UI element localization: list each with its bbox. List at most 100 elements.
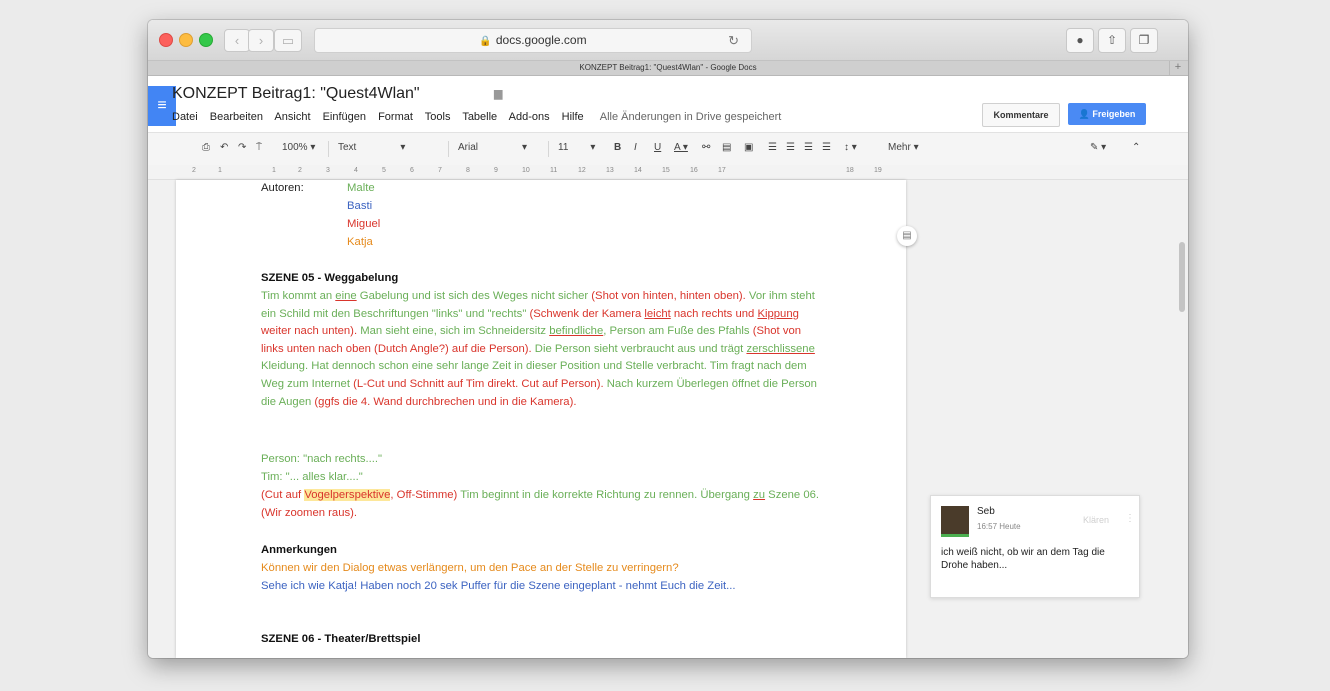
share-icon[interactable]: ⇧ [1098, 28, 1126, 53]
dialog-line-tim: Tim: "... alles klar...." [261, 471, 363, 483]
address-bar[interactable]: 🔒 docs.google.com ↻ [314, 28, 752, 53]
style-select[interactable]: Text ▾ [338, 142, 405, 153]
close-window-button[interactable] [159, 33, 173, 47]
image-icon[interactable]: ▣ [744, 142, 753, 153]
text-color-button[interactable]: A ▾ [674, 142, 688, 153]
undo-icon[interactable]: ↶ [220, 142, 228, 153]
dialog-line-person: Person: "nach rechts...." [261, 453, 383, 465]
ruler-tick: 8 [466, 167, 470, 174]
print-icon[interactable]: ⎙ [202, 142, 210, 153]
ruler-tick: 15 [662, 167, 670, 174]
scrollbar-thumb[interactable] [1179, 242, 1185, 312]
tab-bar: KONZEPT Beitrag1: "Quest4Wlan" - Google … [148, 61, 1188, 76]
font-select[interactable]: Arial ▾ [458, 142, 527, 153]
scene06-title: SZENE 06 - Theater/Brettspiel [261, 633, 421, 645]
text-run: Die Person sieht verbraucht aus und träg… [531, 342, 747, 355]
text-run: (L-Cut und Schnitt auf Tim direkt. Cut a… [353, 377, 604, 390]
ruler-tick: 18 [846, 167, 854, 174]
folder-icon[interactable]: ▆ [494, 87, 502, 100]
menu-datei[interactable]: Datei [172, 111, 198, 123]
ruler-tick: 17 [718, 167, 726, 174]
scene05-paragraph: Tim kommt an eine Gabelung und ist sich … [261, 288, 821, 411]
bold-button[interactable]: B [614, 142, 621, 153]
align-left-icon[interactable]: ☰ [768, 142, 777, 153]
text-run: , Person am Fuße des Pfahls [603, 325, 753, 338]
menu-format[interactable]: Format [378, 111, 413, 123]
menu-tools[interactable]: Tools [425, 111, 451, 123]
paint-format-icon[interactable]: ⍑ [256, 142, 262, 153]
more-options-icon[interactable]: ⋮ [1125, 513, 1135, 524]
comment-card[interactable]: Seb 16:57 Heute Klären ⋮ ich weiß nicht,… [930, 495, 1140, 598]
url-text: docs.google.com [495, 33, 587, 47]
align-justify-icon[interactable]: ☰ [822, 142, 831, 153]
align-right-icon[interactable]: ☰ [804, 142, 813, 153]
text-run: Szene 06. [765, 489, 820, 501]
forward-button[interactable]: › [248, 29, 274, 52]
notes-title: Anmerkungen [261, 544, 337, 556]
back-button[interactable]: ‹ [224, 29, 250, 52]
author-katja: Katja [347, 236, 373, 248]
highlighted-text[interactable]: Vogelperspektive [304, 489, 391, 501]
avatar [941, 506, 969, 534]
menu-add-ons[interactable]: Add-ons [509, 111, 550, 123]
menu-tabelle[interactable]: Tabelle [462, 111, 497, 123]
size-select[interactable]: 11 ▾ [558, 142, 595, 153]
note-basti: Sehe ich wie Katja! Haben noch 20 sek Pu… [261, 580, 736, 592]
ruler-tick: 10 [522, 167, 530, 174]
text-run: (ggfs die 4. Wand durchbrechen und in di… [314, 395, 577, 408]
document-title[interactable]: KONZEPT Beitrag1: "Quest4Wlan" [172, 85, 420, 103]
italic-button[interactable]: I [634, 142, 637, 153]
document-page[interactable]: Autoren: Malte Basti Miguel Katja SZENE … [176, 180, 906, 658]
minimize-window-button[interactable] [179, 33, 193, 47]
tabs-icon[interactable]: ❐ [1130, 28, 1158, 53]
text-run: Gabelung und ist sich des Weges nicht si… [356, 290, 592, 302]
zoom-window-button[interactable] [199, 33, 213, 47]
editing-mode-icon[interactable]: ✎ ▾ [1090, 142, 1106, 153]
menu-ansicht[interactable]: Ansicht [274, 111, 310, 123]
text-run: Man sieht eine, sich im Schneidersitz [357, 325, 550, 338]
extension-icon[interactable]: ● [1066, 28, 1094, 53]
document-canvas: Autoren: Malte Basti Miguel Katja SZENE … [148, 180, 1188, 658]
more-button[interactable]: Mehr ▾ [888, 142, 919, 153]
align-center-icon[interactable]: ☰ [786, 142, 795, 153]
text-run: befindliche [549, 325, 604, 338]
redo-icon[interactable]: ↷ [238, 142, 246, 153]
note-katja: Können wir den Dialog etwas verlängern, … [261, 562, 679, 574]
add-comment-icon[interactable]: ▤ [897, 226, 917, 246]
line-spacing-icon[interactable]: ↕ ▾ [844, 142, 857, 153]
menu-hilfe[interactable]: Hilfe [562, 111, 584, 123]
underline-button[interactable]: U [654, 142, 661, 153]
reload-icon[interactable]: ↻ [728, 29, 739, 52]
avatar-presence-bar [941, 534, 969, 537]
comments-button[interactable]: Kommentare [982, 103, 1060, 127]
menu-bearbeiten[interactable]: Bearbeiten [210, 111, 263, 123]
comment-author: Seb [977, 506, 995, 517]
text-run: nach rechts und [670, 307, 758, 320]
comment-icon[interactable]: ▤ [722, 142, 731, 153]
resolve-button[interactable]: Klären [1083, 515, 1109, 525]
ruler[interactable]: 2 1 1 2 3 4 5 6 7 8 9 10 11 12 13 14 15 … [148, 165, 1188, 180]
browser-titlebar: ‹ › ▭ 🔒 docs.google.com ↻ ● ⇧ ❐ [148, 20, 1188, 61]
new-tab-icon[interactable]: + [1169, 61, 1186, 75]
ruler-tick: 12 [578, 167, 586, 174]
text-run: (Cut auf [261, 489, 305, 501]
sidebar-toggle-icon[interactable]: ▭ [274, 29, 302, 52]
link-icon[interactable]: ⚯ [702, 142, 710, 153]
text-run: weiter nach unten). [261, 325, 358, 338]
ruler-tick: 1 [218, 167, 222, 174]
text-run: leicht [644, 307, 671, 320]
scene05-closing: (Cut auf Vogelperspektive, Off-Stimme) T… [261, 487, 821, 522]
comment-time: 16:57 Heute [977, 522, 1021, 531]
share-button[interactable]: 👤 Freigeben [1068, 103, 1146, 125]
text-run: , Off-Stimme) [390, 489, 458, 501]
collapse-icon[interactable]: ⌃ [1132, 142, 1140, 153]
zoom-value: 100% [282, 142, 308, 153]
style-value: Text [338, 142, 357, 153]
zoom-select[interactable]: 100% ▾ [282, 142, 315, 153]
lock-icon: 🔒 [479, 36, 492, 47]
author-miguel: Miguel [347, 218, 381, 230]
ruler-tick: 16 [690, 167, 698, 174]
menu-einfuegen[interactable]: Einfügen [323, 111, 366, 123]
tab-title[interactable]: KONZEPT Beitrag1: "Quest4Wlan" - Google … [579, 63, 756, 72]
text-run: Kippung [757, 307, 799, 320]
